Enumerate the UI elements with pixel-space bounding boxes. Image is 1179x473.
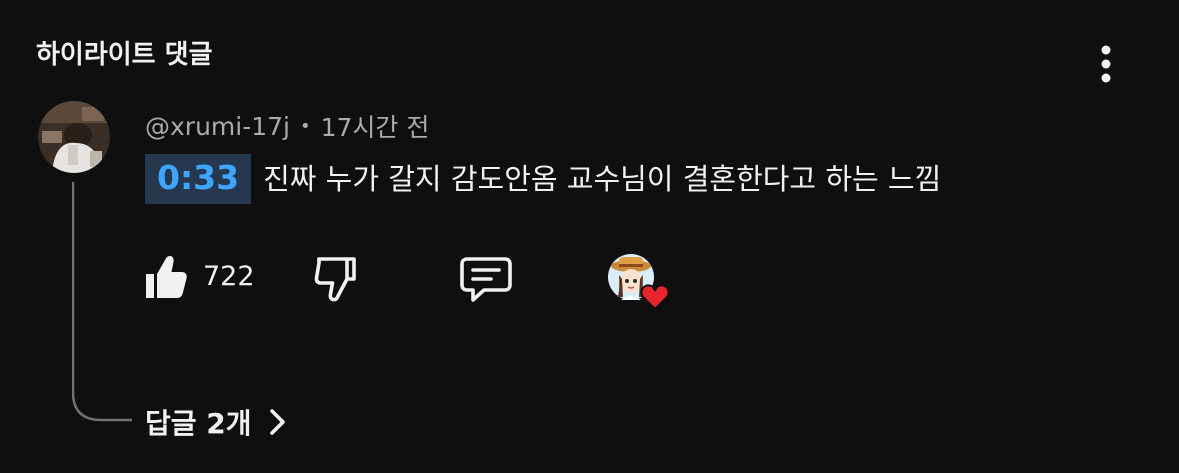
thread-connector (72, 182, 132, 422)
chevron-right-icon (268, 407, 288, 437)
creator-heart-badge[interactable] (607, 253, 671, 313)
comment-text: 진짜 누가 갈지 감도안옴 교수님이 결혼한다고 하는 느낌 (263, 162, 942, 196)
avatar[interactable] (38, 101, 110, 173)
creator-heart-icon (640, 284, 670, 311)
like-button[interactable]: 722 (143, 252, 255, 300)
replies-label: 답글 2개 (145, 407, 252, 440)
section-title: 하이라이트 댓글 (36, 40, 213, 70)
thumbs-up-icon (146, 256, 187, 298)
thumbs-down-icon (314, 257, 356, 302)
view-replies-button[interactable]: 답글 2개 (145, 402, 288, 442)
reply-button[interactable] (459, 255, 513, 305)
like-count: 722 (203, 260, 255, 292)
author-handle[interactable]: @xrumi-17j (145, 112, 290, 141)
comment-bubble-icon (460, 257, 512, 302)
timestamp-link[interactable]: 0:33 (145, 154, 252, 204)
more-options-button[interactable] (1088, 40, 1124, 88)
more-vert-icon (1101, 45, 1111, 83)
avatar-image (38, 101, 110, 173)
comment-body: 0:33 진짜 누가 갈지 감도안옴 교수님이 결혼한다고 하는 느낌 (145, 154, 941, 204)
dislike-button[interactable] (312, 254, 360, 304)
comment-time[interactable]: 17시간 전 (321, 108, 430, 144)
meta-separator: • (300, 115, 311, 137)
comment-meta: @xrumi-17j • 17시간 전 (145, 108, 429, 144)
